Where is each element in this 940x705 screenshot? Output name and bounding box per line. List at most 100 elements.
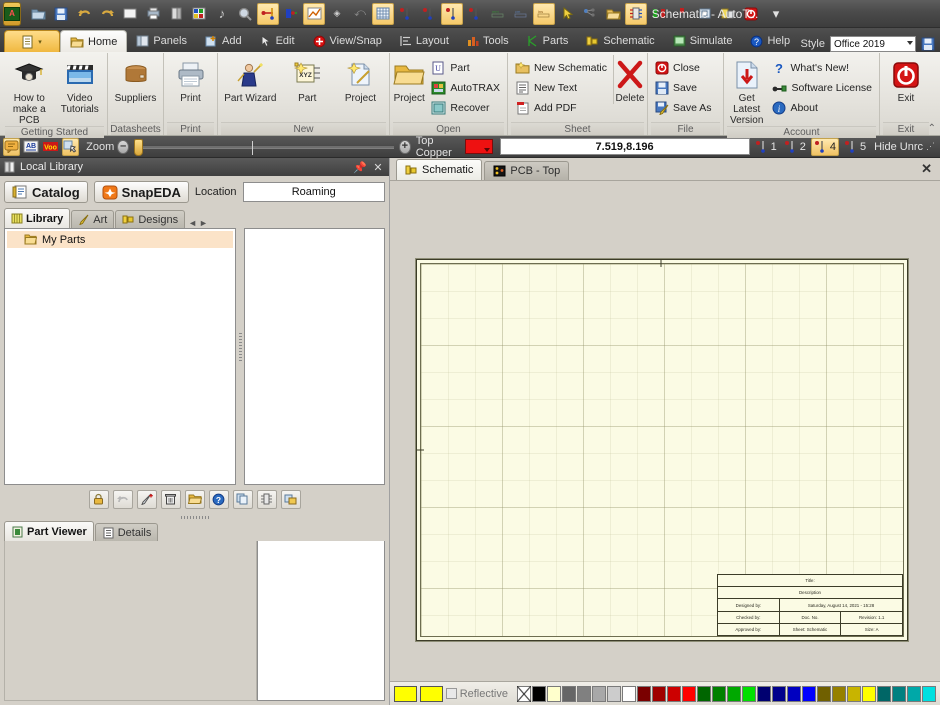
ins-icon[interactable]: ins xyxy=(533,2,555,25)
layers-icon[interactable] xyxy=(165,3,187,25)
open-project-button[interactable]: Project xyxy=(393,55,425,104)
tab-details[interactable]: Details xyxy=(94,523,159,541)
secondary-color-swatch[interactable] xyxy=(419,685,443,702)
layer-color-swatch[interactable] xyxy=(464,139,493,154)
palette-swatch[interactable] xyxy=(636,685,651,702)
tab-parts[interactable]: Parts xyxy=(518,30,578,52)
net-icon[interactable] xyxy=(579,3,601,25)
part-viewer-canvas[interactable] xyxy=(4,541,257,701)
folder-open-icon[interactable] xyxy=(602,3,624,25)
open-folder-icon[interactable] xyxy=(27,3,49,25)
palette-swatch[interactable] xyxy=(816,685,831,702)
tab-art[interactable]: Art xyxy=(71,210,115,228)
primary-color-swatch[interactable] xyxy=(394,685,417,702)
tab-simulate[interactable]: Simulate xyxy=(664,30,742,52)
print-button[interactable]: Print xyxy=(167,55,214,104)
delete-button[interactable] xyxy=(160,489,181,509)
dim-1-icon[interactable] xyxy=(395,3,417,25)
library-tree[interactable]: My Parts xyxy=(4,228,236,485)
redo-icon[interactable] xyxy=(96,3,118,25)
palette-swatch[interactable] xyxy=(591,685,606,702)
palette-swatch[interactable] xyxy=(696,685,711,702)
palette-swatch[interactable] xyxy=(921,685,936,702)
palette-swatch[interactable] xyxy=(801,685,816,702)
video-tutorials-button[interactable]: Video Tutorials xyxy=(56,55,105,115)
comment-icon[interactable] xyxy=(3,137,20,156)
palette-swatch[interactable] xyxy=(741,685,756,702)
palette-swatch[interactable] xyxy=(771,685,786,702)
save-button-ribbon[interactable]: Save xyxy=(651,78,716,98)
palette-swatch[interactable] xyxy=(651,685,666,702)
schematic-sheet[interactable]: Title: Description Designed by: Saturday… xyxy=(416,259,908,641)
palette-swatch[interactable] xyxy=(756,685,771,702)
tab-home[interactable]: Home xyxy=(60,30,128,52)
palette-swatch[interactable] xyxy=(681,685,696,702)
tab-nav-next[interactable]: ► xyxy=(199,218,208,228)
pin-red-icon[interactable] xyxy=(671,3,693,25)
new-text-button[interactable]: New Text xyxy=(511,78,611,98)
get-latest-version-button[interactable]: Get Latest Version xyxy=(727,55,766,126)
close-button-ribbon[interactable]: Close xyxy=(651,58,716,78)
open-button[interactable] xyxy=(184,489,205,509)
palette-swatch[interactable] xyxy=(531,685,546,702)
palette-swatch-none[interactable] xyxy=(516,685,531,702)
palette-swatch[interactable] xyxy=(831,685,846,702)
tab-edit[interactable]: Edit xyxy=(251,30,304,52)
new-part-button[interactable]: XYZ Part xyxy=(282,55,333,104)
chip-button[interactable] xyxy=(256,489,277,509)
autotrax-button[interactable]: AutoTRAX xyxy=(427,78,504,98)
mirror-icon[interactable] xyxy=(648,3,670,25)
zoom-slider[interactable] xyxy=(134,138,394,156)
how-to-make-a-pcb-button[interactable]: How to make a PCB xyxy=(5,55,54,126)
pin-icon[interactable]: 📌 xyxy=(353,161,367,174)
drag-hand-icon[interactable] xyxy=(62,137,80,156)
undo-icon[interactable] xyxy=(73,3,95,25)
palette-swatch[interactable] xyxy=(906,685,921,702)
exit-button[interactable]: Exit xyxy=(883,55,929,104)
layer-button-5[interactable]: 5 xyxy=(842,138,868,156)
schematic-canvas[interactable]: Title: Description Designed by: Saturday… xyxy=(390,180,940,681)
close-icon[interactable]: ✕ xyxy=(371,161,385,174)
suppliers-button[interactable]: Suppliers xyxy=(111,55,160,104)
open-part-button[interactable]: U Part xyxy=(427,58,504,78)
document-close-button[interactable]: ✕ xyxy=(921,161,932,177)
print-icon[interactable] xyxy=(142,3,164,25)
palette-swatch[interactable] xyxy=(726,685,741,702)
help-button[interactable]: ? xyxy=(208,489,229,509)
palette-swatch[interactable] xyxy=(576,685,591,702)
qat-dropdown-button[interactable]: ▾ xyxy=(762,3,790,25)
style-combobox[interactable]: Office 2019 xyxy=(830,36,916,52)
palette-swatch[interactable] xyxy=(711,685,726,702)
add-pdf-button[interactable]: Add PDF xyxy=(511,98,611,118)
palette-swatch[interactable] xyxy=(786,685,801,702)
snapeda-button[interactable]: SnapEDA xyxy=(93,181,189,203)
arrow-icon[interactable]: ⤺ xyxy=(349,3,371,25)
edit-add-button[interactable] xyxy=(136,489,157,509)
library-preview-pane[interactable] xyxy=(244,228,385,485)
ab-text-icon[interactable]: AB xyxy=(23,138,39,156)
new-project-button[interactable]: Project xyxy=(335,55,386,104)
tab-panels[interactable]: Panels xyxy=(127,30,196,52)
part-wizard-button[interactable]: Part Wizard xyxy=(221,55,280,104)
dim-3-icon[interactable] xyxy=(441,2,463,25)
palette-swatch[interactable] xyxy=(606,685,621,702)
dim-5-icon[interactable]: mm xyxy=(487,3,509,25)
reflective-checkbox-group[interactable]: Reflective xyxy=(445,688,508,700)
tab-library[interactable]: Library xyxy=(4,208,71,228)
grid-icon[interactable] xyxy=(372,2,394,25)
tab-part-viewer[interactable]: Part Viewer xyxy=(4,521,94,541)
application-menu-button[interactable]: A xyxy=(3,1,21,26)
tab-tools[interactable]: Tools xyxy=(458,30,518,52)
tree-item-my-parts[interactable]: My Parts xyxy=(7,231,233,248)
power-red-icon[interactable] xyxy=(740,3,762,25)
dim-4-icon[interactable] xyxy=(464,3,486,25)
palette-swatch[interactable] xyxy=(846,685,861,702)
lock-button[interactable] xyxy=(88,489,109,509)
layer-button-2[interactable]: 2 xyxy=(782,138,808,156)
voo-icon[interactable]: Voo xyxy=(42,138,59,156)
tab-layout[interactable]: Layout xyxy=(391,30,458,52)
palette-swatch[interactable] xyxy=(546,685,561,702)
chip-icon[interactable] xyxy=(717,3,739,25)
tab-add[interactable]: Add xyxy=(196,30,251,52)
save-as-button[interactable]: Save As xyxy=(651,98,716,118)
